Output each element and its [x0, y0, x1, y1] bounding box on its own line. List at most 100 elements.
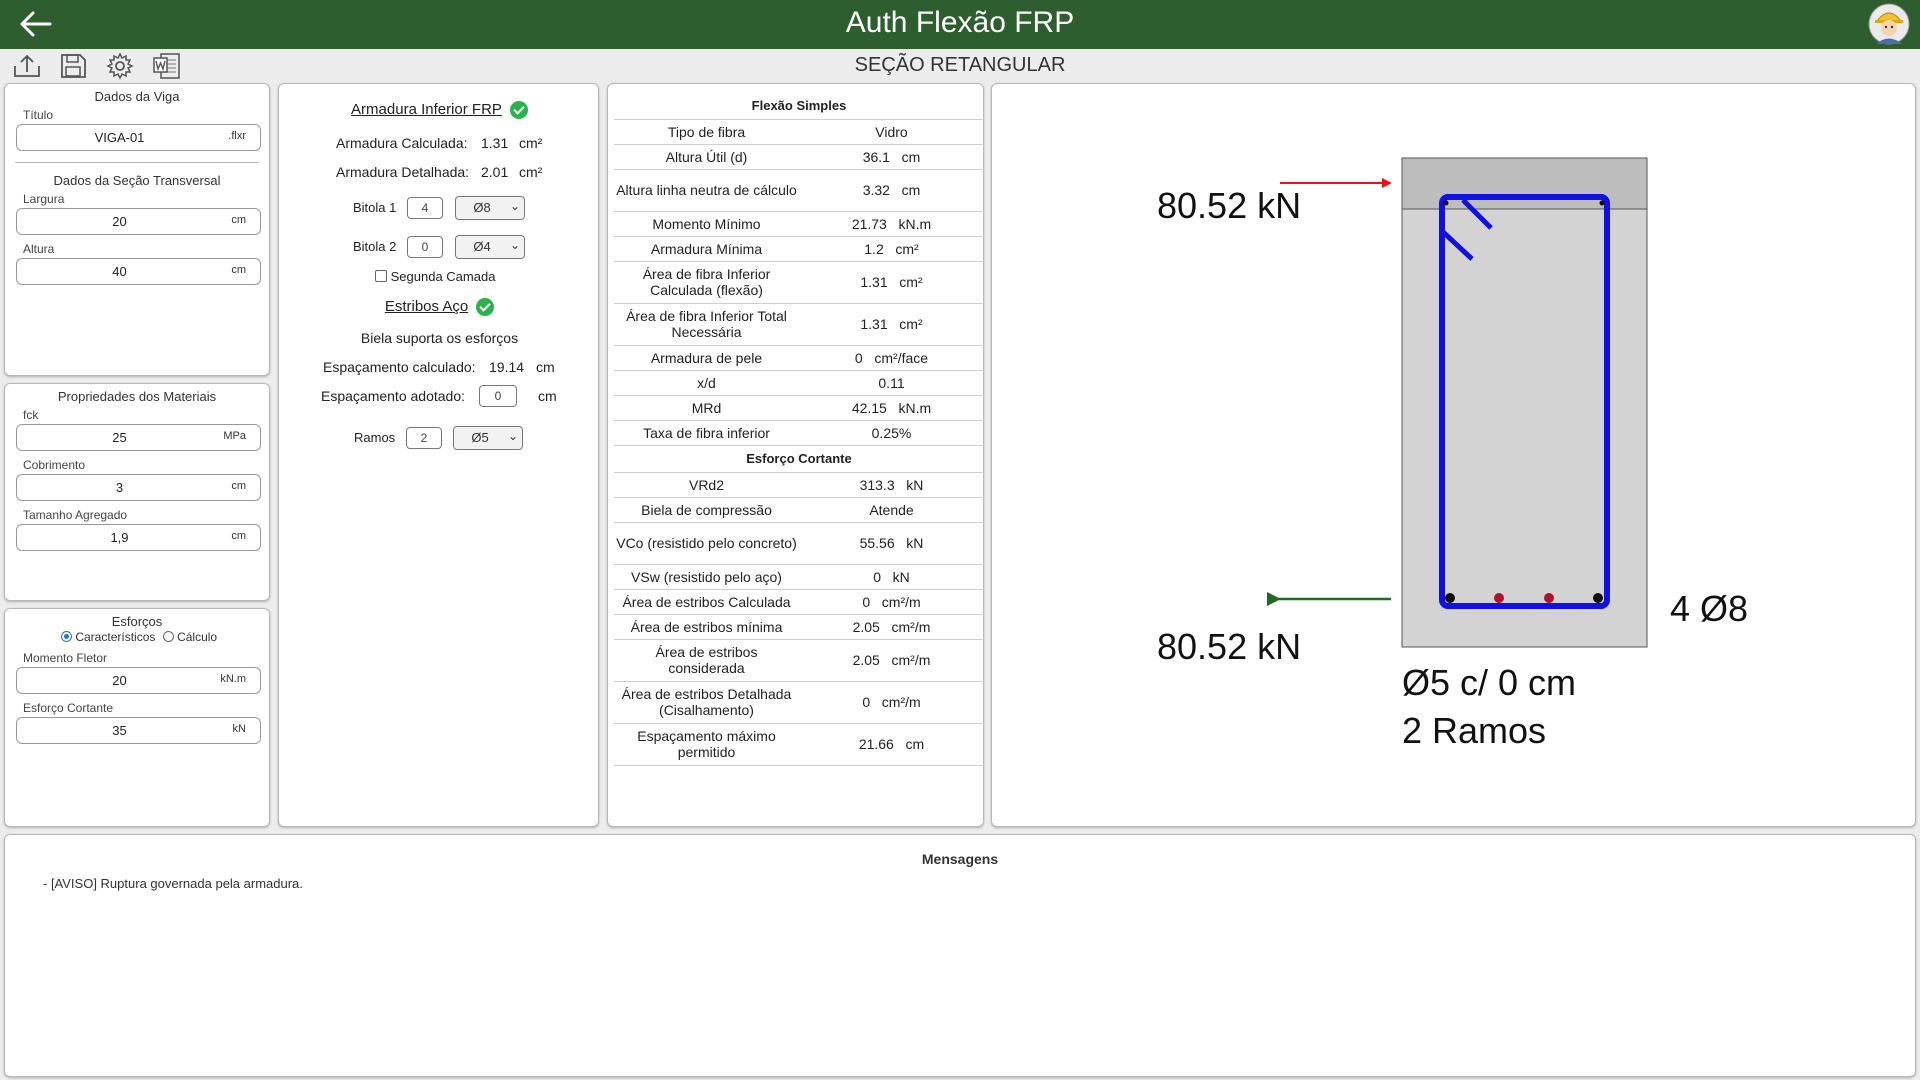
table-row: Área de estribos Calculada 0 cm²/m	[614, 589, 984, 615]
table-row: MRd 42.15 kN.m	[614, 395, 984, 421]
result-value: Vidro	[799, 119, 984, 145]
frp-title-row: Armadura Inferior FRP	[279, 101, 600, 120]
bars-label: 4 Ø8	[1670, 588, 1748, 629]
spacing-calc-value: 19.14	[489, 359, 525, 375]
result-label: Área de fibra Inferior Calculada (flexão…	[614, 261, 799, 304]
results-section-title: Esforço Cortante	[614, 445, 984, 473]
result-label: x/d	[614, 370, 799, 396]
efforts-panel: Esforços Característicos Cálculo Momento…	[4, 608, 270, 827]
fck-value: 25	[112, 430, 127, 445]
shear-value: 35	[112, 723, 127, 738]
result-label: Armadura Mínima	[614, 236, 799, 262]
top-bar	[1599, 200, 1605, 206]
result-label: Momento Mínimo	[614, 211, 799, 237]
aggregate-label: Tamanho Agregado	[23, 508, 128, 522]
result-label: Área de estribos mínima	[614, 614, 799, 640]
result-value: 21.73 kN.m	[799, 211, 984, 237]
table-row: VCo (resistido pelo concreto) 55.56 kN	[614, 522, 984, 565]
result-label: MRd	[614, 395, 799, 421]
cover-input[interactable]: 3 cm	[16, 474, 261, 501]
result-label: Área de estribos Calculada	[614, 589, 799, 615]
branches-size: Ø5	[471, 430, 489, 445]
branches-count-input[interactable]: 2	[406, 427, 442, 449]
bitola1-select[interactable]: Ø8 ⌄	[455, 196, 525, 220]
table-row: Área de estribos mínima 2.05 cm²/m	[614, 614, 984, 640]
detail-unit: cm²	[519, 164, 543, 180]
result-label: Área de estribos considerada	[614, 639, 799, 682]
result-value: 0.25%	[799, 420, 984, 446]
materials-panel-title: Propriedades dos Materiais	[57, 389, 217, 404]
bitola2-size: Ø4	[473, 239, 491, 254]
branches-select[interactable]: Ø5 ⌄	[453, 426, 523, 450]
height-label: Altura	[23, 242, 55, 256]
check-circle-icon	[509, 101, 528, 120]
bottom-bar	[1593, 593, 1603, 603]
width-input[interactable]: 20 cm	[16, 208, 261, 235]
table-row: Armadura de pele 0 cm²/face	[614, 345, 984, 371]
result-value: 3.32 cm	[799, 169, 984, 212]
fck-input[interactable]: 25 MPa	[16, 424, 261, 451]
title-ext: .flxr	[228, 130, 246, 142]
section-title: SEÇÃO RETANGULAR	[854, 54, 1066, 76]
radio-calc-label: Cálculo	[177, 630, 218, 644]
bitola1-count-input[interactable]: 4	[407, 197, 443, 219]
bitola2-label: Bitola 2	[353, 239, 397, 254]
branches-text: 2 Ramos	[1402, 710, 1546, 751]
beam-panel-title: Dados da Viga	[94, 89, 180, 104]
top-bar	[1443, 200, 1449, 206]
result-label: Área de estribos Detalhada (Cisalhamento…	[614, 681, 799, 724]
result-value: 0 cm²/m	[799, 681, 984, 724]
result-label: VSw (resistido pelo aço)	[614, 564, 799, 590]
shear-input[interactable]: 35 kN	[16, 717, 261, 744]
efforts-panel-title: Esforços	[111, 614, 163, 629]
chevron-down-icon: ⌄	[507, 429, 518, 443]
table-row: Espaçamento máximo permitido 21.66 cm	[614, 723, 984, 766]
aggregate-input[interactable]: 1,9 cm	[16, 524, 261, 551]
detail-label: Armadura Detalhada:	[336, 164, 470, 180]
avatar-icon[interactable]	[1868, 3, 1910, 45]
frp-title[interactable]: Armadura Inferior FRP	[351, 101, 502, 118]
radio-calc[interactable]	[162, 631, 174, 642]
strut-text: Biela suporta os esforços	[360, 330, 519, 346]
calc-label: Armadura Calculada:	[336, 135, 468, 151]
table-row: Área de fibra Inferior Calculada (flexão…	[614, 261, 984, 304]
stirrups-title-row: Estribos Aço	[279, 298, 600, 317]
messages-panel: Mensagens - [AVISO] Ruptura governada pe…	[4, 834, 1916, 1077]
cover-unit: cm	[231, 480, 246, 492]
bitola2-select[interactable]: Ø4 ⌄	[455, 235, 525, 259]
table-row: Armadura Mínima 1.2 cm²	[614, 236, 984, 262]
radio-characteristic[interactable]	[61, 631, 72, 642]
stirrups-title[interactable]: Estribos Aço	[385, 298, 468, 315]
shear-label: Esforço Cortante	[23, 701, 114, 715]
moment-input[interactable]: 20 kN.m	[16, 667, 261, 694]
results-panel: Flexão Simples Tipo de fibra Vidro Altura Ú…	[607, 83, 984, 827]
result-value: 0 kN	[799, 564, 984, 590]
branches-label: Ramos	[354, 430, 396, 445]
second-layer-checkbox[interactable]	[375, 270, 387, 282]
check-circle-icon	[476, 298, 495, 317]
title-input[interactable]: VIGA-01 .flxr	[16, 124, 261, 151]
width-unit: cm	[231, 214, 246, 226]
result-value: 0 cm²/m	[799, 589, 984, 615]
spacing-adopted-input[interactable]: 0	[479, 385, 517, 407]
cover-label: Cobrimento	[23, 458, 86, 472]
height-input[interactable]: 40 cm	[16, 258, 261, 285]
result-value: 1.31 cm²	[799, 261, 984, 304]
result-value: 55.56 kN	[799, 522, 984, 565]
bottom-bar	[1494, 593, 1504, 603]
calc-value: 1.31	[481, 135, 509, 151]
beam-data-panel: Dados da Viga Título VIGA-01 .flxr Dados…	[4, 83, 270, 376]
results-section-title: Flexão Simples	[614, 92, 984, 120]
table-row: Biela de compressão Atende	[614, 497, 984, 523]
fck-unit: MPa	[223, 430, 246, 442]
result-label: Armadura de pele	[614, 345, 799, 371]
section-body	[1401, 157, 1648, 648]
bitola2-count-input[interactable]: 0	[407, 236, 443, 258]
cover-value: 3	[115, 480, 124, 495]
result-value: 21.66 cm	[799, 723, 984, 766]
table-row: VSw (resistido pelo aço) 0 kN	[614, 564, 984, 590]
spacing-calc-label: Espaçamento calculado:	[323, 359, 476, 375]
effort-type-radios: Característicos Cálculo	[61, 630, 217, 644]
section-drawing: 80.52 kN 80.52 kN 4 Ø8 Ø5 c/ 0 cm 2 Ramo…	[1157, 157, 1748, 751]
radio-characteristic-label: Característicos	[75, 630, 156, 644]
